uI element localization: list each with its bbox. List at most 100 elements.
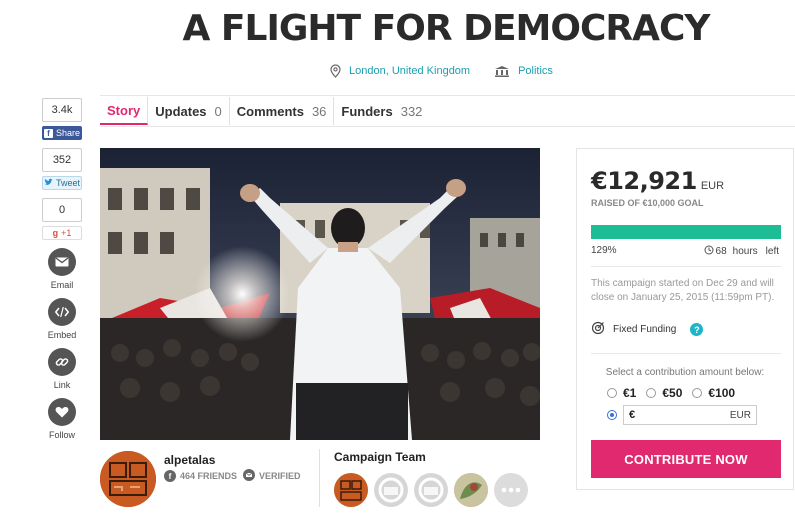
- campaign-team: Campaign Team: [334, 450, 528, 507]
- time-left: 68 hours left: [704, 245, 779, 258]
- category-link[interactable]: Politics: [494, 65, 553, 77]
- funding-type: Fixed Funding ?: [591, 321, 704, 338]
- custom-amount-radio[interactable]: [607, 410, 617, 420]
- location-text: London, United Kingdom: [349, 65, 471, 77]
- option-label: €50: [662, 386, 683, 400]
- facebook-share-button[interactable]: f Share: [42, 126, 82, 140]
- tab-label: Story: [107, 102, 141, 118]
- tab-label: Updates: [155, 103, 207, 119]
- gplus-count: 0: [42, 198, 82, 222]
- campaign-tabs: Story Updates 0 Comments 36 Funders 332: [100, 97, 429, 125]
- contribution-option-50[interactable]: €50: [646, 386, 682, 400]
- gplus-icon: g: [52, 228, 59, 238]
- time-suffix: left: [765, 246, 779, 257]
- twitter-bird-icon: [44, 178, 53, 188]
- panel-divider: [591, 353, 781, 354]
- share-sidebar: 3.4k f Share 352 Tweet 0 g +1 Email Embe…: [42, 98, 84, 440]
- header-divider: [100, 95, 795, 96]
- clock-icon: [704, 245, 714, 258]
- team-member-avatar[interactable]: [454, 473, 488, 507]
- custom-currency-code: EUR: [729, 409, 751, 421]
- verified-badge: VERIFIED: [243, 469, 301, 483]
- target-icon: [591, 321, 605, 338]
- follow-button[interactable]: Follow: [42, 398, 82, 440]
- option-label: €100: [708, 386, 736, 400]
- contribution-option-100[interactable]: €100: [692, 386, 735, 400]
- gplus-button[interactable]: g +1: [42, 226, 82, 240]
- campaign-owner: alpetalas f 464 FRIENDS VERIFIED: [100, 451, 320, 511]
- friends-count: 464 FRIENDS: [180, 471, 238, 481]
- tweet-count: 352: [42, 148, 82, 172]
- team-title: Campaign Team: [334, 450, 426, 464]
- facebook-circle-icon: f: [164, 470, 176, 482]
- contribution-prompt: Select a contribution amount below:: [605, 367, 765, 378]
- follow-label: Follow: [48, 430, 75, 440]
- tab-label: Comments: [236, 103, 304, 119]
- team-member-avatar[interactable]: [414, 473, 448, 507]
- embed-button[interactable]: Embed: [42, 298, 82, 340]
- owner-avatar[interactable]: [100, 451, 156, 507]
- team-member-avatar[interactable]: [374, 473, 408, 507]
- campaign-photo[interactable]: [100, 148, 540, 440]
- time-unit: hours: [732, 246, 758, 257]
- tab-count: 36: [311, 103, 327, 119]
- email-label: Email: [50, 280, 74, 290]
- friends-badge: f 464 FRIENDS: [164, 470, 237, 482]
- tab-label: Funders: [341, 103, 393, 119]
- tab-funders[interactable]: Funders 332: [334, 97, 429, 125]
- tab-count: 332: [400, 103, 423, 119]
- verified-text: VERIFIED: [259, 471, 301, 481]
- campaign-dates-note: This campaign started on Dec 29 and will…: [591, 278, 775, 303]
- email-button[interactable]: Email: [42, 248, 82, 290]
- time-value: 68: [715, 246, 727, 257]
- option-label: €1: [623, 386, 637, 400]
- campaign-meta: London, United Kingdom Politics: [330, 64, 553, 78]
- tab-story[interactable]: Story: [100, 97, 149, 125]
- chain-link-icon: [48, 348, 76, 376]
- facebook-share-label: Share: [55, 128, 81, 138]
- panel-divider: [591, 266, 781, 267]
- more-team-members-button[interactable]: [494, 473, 528, 507]
- heart-icon: [48, 398, 76, 426]
- tab-updates[interactable]: Updates 0: [148, 97, 230, 125]
- radio-button[interactable]: [692, 388, 703, 398]
- funding-panel: €12,921 EUR RAISED OF €10,000 GOAL 129% …: [576, 148, 794, 490]
- raised-currency: EUR: [700, 180, 725, 192]
- link-button[interactable]: Link: [42, 348, 82, 390]
- help-icon[interactable]: ?: [690, 323, 704, 336]
- contribute-now-button[interactable]: CONTRIBUTE NOW: [591, 440, 781, 478]
- radio-button[interactable]: [607, 388, 617, 398]
- goal-text: RAISED OF €10,000 GOAL: [591, 198, 704, 208]
- gplus-label: +1: [61, 228, 72, 238]
- owner-team-divider: [319, 449, 320, 507]
- tweet-button[interactable]: Tweet: [42, 176, 82, 190]
- owner-name[interactable]: alpetalas: [164, 453, 215, 467]
- facebook-icon: f: [43, 128, 53, 138]
- map-pin-icon: [330, 64, 341, 78]
- embed-label: Embed: [47, 330, 77, 340]
- link-label: Link: [53, 380, 71, 390]
- contribution-options: €1 €50 €100: [607, 386, 735, 400]
- amount-raised: €12,921 EUR: [591, 167, 724, 195]
- progress-bar: [591, 225, 781, 239]
- custom-amount-row: € EUR: [607, 405, 757, 425]
- tabs-divider: [100, 126, 795, 127]
- percent-funded: 129%: [591, 245, 617, 256]
- tweet-label: Tweet: [55, 178, 80, 188]
- tab-comments[interactable]: Comments 36: [230, 97, 335, 125]
- contribution-option-1[interactable]: €1: [607, 386, 636, 400]
- custom-amount-input[interactable]: € EUR: [623, 405, 757, 425]
- owner-stats: f 464 FRIENDS VERIFIED: [164, 469, 301, 483]
- custom-currency-symbol: €: [629, 409, 636, 421]
- tab-count: 0: [214, 103, 222, 119]
- email-verified-icon: [243, 469, 256, 483]
- progress-fill: [591, 225, 781, 239]
- code-icon: [48, 298, 76, 326]
- envelope-icon: [48, 248, 76, 276]
- location-link[interactable]: London, United Kingdom: [330, 64, 470, 78]
- radio-button[interactable]: [646, 388, 657, 398]
- team-member-avatar[interactable]: [334, 473, 368, 507]
- raised-amount: €12,921: [591, 167, 697, 195]
- funding-type-label: Fixed Funding: [613, 324, 677, 335]
- building-icon: [494, 65, 510, 77]
